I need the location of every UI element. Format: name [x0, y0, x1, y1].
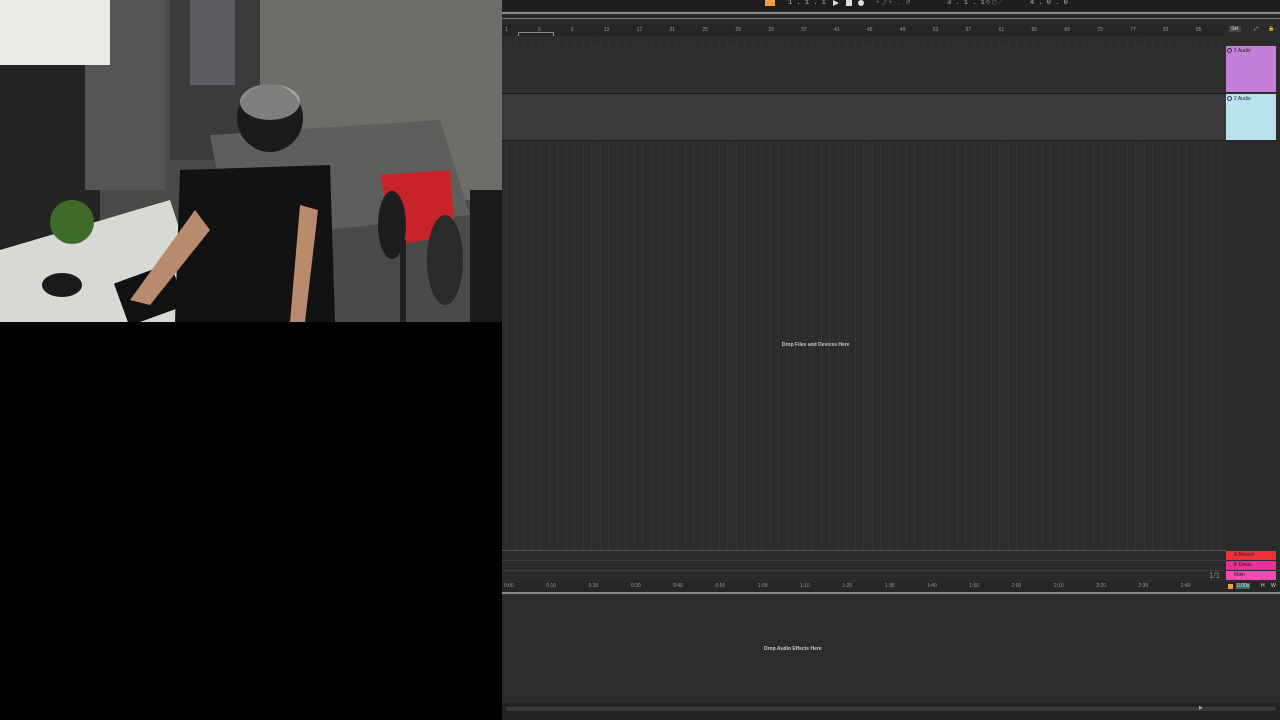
bar-tick-label: 69	[1064, 27, 1070, 33]
webcam-letterbox	[0, 322, 502, 720]
loop-icons[interactable]: ⟲ ◻ ⟋	[985, 0, 1015, 6]
return-track-a[interactable]: A Reverb	[1226, 551, 1276, 560]
bar-tick-label: 77	[1130, 27, 1136, 33]
return-lane-divider	[502, 560, 1226, 561]
time-ruler[interactable]: 0:00 0:10 0:20 0:30 0:40 0:50 1:00 1:10 1:20 1:30…	[502, 582, 1226, 592]
time-tick-label: 2:10	[1053, 583, 1064, 589]
bar-tick-label: 65	[1031, 27, 1038, 33]
bar-tick-label: 9	[570, 27, 574, 33]
overview-divider	[502, 18, 1280, 19]
transport-bar: 1 . 1 . 1 + ⤴ + · ⬚ ↺ 3 . 1 . 1 ⟲ ◻ ⟋ 4 …	[502, 0, 1280, 11]
song-position[interactable]: 1 . 1 . 1	[788, 0, 826, 7]
track-activator-icon[interactable]	[1227, 96, 1232, 101]
bar-tick-label: 81	[1163, 27, 1169, 33]
bar-tick-label: 33	[768, 27, 774, 33]
set-button[interactable]: Set	[1229, 26, 1241, 32]
bar-tick-label: 13	[603, 27, 610, 33]
time-tick-label: 1:30	[884, 583, 895, 589]
bar-tick-label: 57	[965, 27, 972, 33]
time-tick-label: 1:10	[800, 583, 810, 589]
time-tick-label: 0:00	[504, 583, 514, 589]
follow-toggle[interactable]	[765, 0, 775, 6]
bar-tick-label: 5	[537, 27, 541, 33]
status-bar	[502, 703, 1280, 720]
device-view[interactable]	[502, 594, 1280, 702]
horizontal-scrollbar[interactable]	[506, 707, 1276, 711]
loop-start[interactable]: 3 . 1 . 1	[947, 0, 985, 7]
track-header-1[interactable]: 1 Audio	[1226, 46, 1276, 92]
record-icon[interactable]	[858, 0, 864, 6]
stop-icon[interactable]	[846, 0, 852, 6]
toolbar-divider	[502, 12, 1280, 14]
main-track[interactable]: Main	[1226, 571, 1276, 580]
time-tick-label: 1:00	[757, 583, 768, 589]
bar-tick-label: 53	[932, 27, 939, 33]
zoom-readout[interactable]: 0.00s	[1236, 583, 1251, 589]
time-tick-label: 0:10	[546, 583, 557, 589]
bar-tick-label: 61	[998, 27, 1005, 33]
bar-tick-label: 17	[636, 27, 643, 33]
loop-length[interactable]: 4 . 0 . 0	[1030, 0, 1068, 7]
webcam-image	[0, 0, 502, 322]
follow-icon[interactable]	[1228, 584, 1233, 589]
time-tick-label: 2:20	[1096, 583, 1106, 589]
bar-ruler[interactable]: 1 5 9 13 17 21 25 29 33 37 41 45 49 53 57 61 65 69 73 77 81 8…	[502, 24, 1226, 36]
time-tick-label: 2:00	[1011, 583, 1022, 589]
track-header-2[interactable]: 2 Audio	[1226, 94, 1276, 140]
bar-tick-label: 25	[702, 27, 708, 33]
time-tick-label: 2:30	[1138, 583, 1149, 589]
bar-tick-label: 37	[801, 27, 807, 33]
webcam-feed	[0, 0, 502, 322]
return-name: B Delay	[1234, 562, 1252, 568]
time-tick-label: 0:50	[715, 583, 726, 589]
automation-icons[interactable]: + ⤴ + · ⬚ ↺	[876, 0, 926, 6]
time-tick-label: 1:20	[842, 583, 853, 589]
time-tick-label: 2:40	[1180, 583, 1191, 589]
return-name: A Reverb	[1234, 552, 1255, 558]
track-lane-2[interactable]	[502, 94, 1226, 141]
time-tick-label: 1:50	[969, 583, 980, 589]
time-tick-label: 0:40	[673, 583, 683, 589]
bar-tick-label: 45	[866, 27, 873, 33]
return-track-b[interactable]: B Delay	[1226, 561, 1276, 570]
lock-icon[interactable]: 🔒	[1268, 26, 1274, 32]
footer-controls: 0.00s H W	[1226, 582, 1280, 592]
h-button[interactable]: H	[1261, 583, 1265, 589]
time-tick-label: 0:30	[630, 583, 641, 589]
track-lane-1[interactable]	[502, 46, 1226, 94]
bar-tick-label: 21	[669, 27, 676, 33]
expand-icon[interactable]: ⤢	[1254, 26, 1258, 32]
scroll-right-icon[interactable]: ▶	[1199, 705, 1203, 711]
bar-tick-label: 49	[899, 27, 906, 33]
drop-files-hint: Drop Files and Devices Here	[782, 342, 850, 348]
bar-tick-label: 41	[834, 27, 840, 33]
page-indicator: 1/1	[1209, 571, 1221, 580]
time-tick-label: 1:40	[927, 583, 937, 589]
bar-tick-label: 85	[1195, 27, 1202, 33]
return-name: Main	[1234, 572, 1245, 578]
bar-tick-label: 73	[1097, 27, 1103, 33]
w-button[interactable]: W	[1271, 583, 1276, 589]
bar-tick-label: 29	[735, 27, 741, 33]
time-tick-label: 0:20	[588, 583, 599, 589]
return-tracks-area[interactable]	[502, 550, 1226, 583]
bar-tick-label: 1	[505, 27, 508, 33]
track-name: 1 Audio	[1234, 48, 1251, 54]
track-name: 2 Audio	[1234, 96, 1251, 102]
drop-effects-hint: Drop Audio Effects Here	[764, 646, 822, 652]
play-icon[interactable]	[833, 0, 839, 6]
daw-window: 1 . 1 . 1 + ⤴ + · ⬚ ↺ 3 . 1 . 1 ⟲ ◻ ⟋ 4 …	[502, 0, 1280, 720]
return-lane-divider	[502, 570, 1226, 571]
track-activator-icon[interactable]	[1227, 48, 1232, 53]
